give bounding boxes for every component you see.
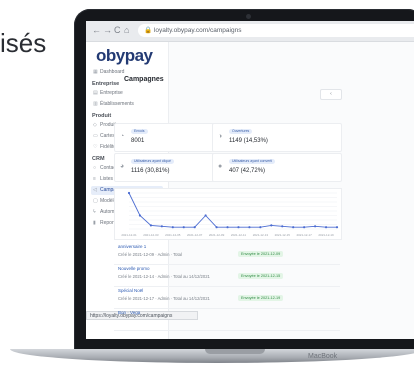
chart-point[interactable] [314, 225, 317, 228]
campaign-row[interactable]: Spécial Noël Créé le 2021-12-17 · Admin ·… [114, 286, 340, 309]
campaign-name[interactable]: Bon · Vega [118, 310, 140, 315]
card-icon: ▭ [93, 133, 98, 139]
stat-card: ◕ Utilisateurs ayant cliqué 1116 (30,81%) [114, 153, 216, 182]
stat-card: ◔ Envois 8001 [114, 123, 216, 152]
chart-point[interactable] [248, 226, 251, 229]
campaign-meta: Créé le 2021-12-14 · Admin · Total au 14… [118, 274, 210, 279]
stat-value: 1149 (14,53%) [229, 138, 268, 144]
chart-point[interactable] [215, 226, 218, 229]
status-badge: Envoyée le 2021-12-19 [238, 295, 284, 301]
stat-label: Envois [131, 129, 148, 134]
sidebar-section-label: Produit [92, 113, 112, 119]
megaphone-icon: ◁ [93, 187, 97, 193]
sidebar-item-label: Entreprise [100, 90, 123, 96]
store-icon: ▥ [93, 101, 98, 107]
campaign-name[interactable]: anniversaire 1 [118, 244, 146, 249]
chart-x-tick: 2021-12-19 [318, 233, 334, 237]
chart-x-tick: 2021-12-15 [275, 233, 291, 237]
campaign-row[interactable]: Nouvelle promo Créé le 2021-12-14 · Admin… [114, 264, 340, 287]
stat-value: 1116 (30,81%) [131, 168, 170, 174]
convert-icon: ● [218, 163, 223, 170]
chart-point[interactable] [193, 226, 196, 229]
click-icon: ◕ [120, 163, 125, 170]
building-icon: ▤ [93, 90, 98, 96]
chart-x-tick: 2021-12-07 [187, 233, 203, 237]
sidebar-item-entreprise[interactable]: ▤ Entreprise [91, 89, 163, 98]
chart-point[interactable] [259, 226, 262, 229]
chart-x-tick: 2021-12-01 [121, 233, 137, 237]
sends-chart-svg: 2021-12-01 2021-12-03 2021-12-05 2021-12-07… [121, 191, 339, 237]
chart-x-tick: 2021-12-09 [209, 233, 225, 237]
stat-label: Utilisateurs ayant converti [229, 159, 276, 164]
chart-point[interactable] [335, 226, 339, 229]
template-icon: ▢ [93, 198, 98, 204]
campaign-name[interactable]: Nouvelle promo [118, 266, 150, 271]
browser-toolbar: ← → C ⌂ 🔒 loyalty.obypay.com/campaigns [86, 21, 414, 42]
heart-icon: ♡ [93, 144, 98, 150]
camera-dot [246, 14, 251, 19]
chart-x-tick: 2021-12-13 [253, 233, 269, 237]
status-badge: Envoyée le 2021-12-15 [238, 273, 284, 279]
chart-point[interactable] [127, 191, 131, 195]
sidebar-section-label: Entreprise [92, 81, 120, 87]
chart-point[interactable] [171, 226, 174, 229]
stat-value: 407 (42,72%) [229, 168, 266, 174]
page-title: Campagnes [124, 76, 164, 83]
campaign-meta: Créé le 2021-12-17 · Admin · Total au 14… [118, 296, 210, 301]
sidebar-item-label: Listes [100, 176, 114, 182]
list-icon: ≡ [93, 176, 96, 182]
chart-point[interactable] [182, 226, 185, 229]
chart-point[interactable] [281, 225, 284, 228]
stat-card: ◑ Ouvertures 1149 (14,53%) [212, 123, 342, 152]
campaign-meta: Créé le 2021-12-09 · Admin · Total [118, 252, 182, 257]
chart-point[interactable] [138, 214, 142, 217]
stat-value: 8001 [131, 138, 145, 144]
chart-point[interactable] [149, 224, 152, 227]
sends-chart: 2021-12-01 2021-12-03 2021-12-05 2021-12-07… [114, 188, 342, 240]
chart-series-line [128, 192, 337, 228]
campaign-row[interactable]: anniversaire 1 Créé le 2021-12-09 · Admin… [114, 242, 340, 265]
sidebar-item-label: Établissements [100, 101, 134, 107]
open-icon: ◑ [218, 133, 223, 140]
collapse-button[interactable]: ‹ [320, 89, 342, 100]
send-icon: ◔ [120, 133, 125, 140]
stat-label: Ouvertures [229, 129, 253, 134]
reload-icon[interactable]: C [114, 25, 121, 35]
stat-label: Utilisateurs ayant cliqué [131, 159, 174, 164]
chart-point[interactable] [226, 226, 229, 229]
home-icon[interactable]: ⌂ [124, 25, 129, 35]
sidebar-item--tablissements[interactable]: ▥ Établissements [91, 100, 163, 109]
obypay-logo[interactable]: obypay [96, 46, 153, 66]
chart-x-tick: 2021-12-05 [165, 233, 181, 237]
chart-point[interactable] [204, 214, 207, 217]
sidebar-item-label: Dashboard [100, 69, 125, 75]
chart-point[interactable] [303, 226, 306, 229]
campaign-row[interactable]: Bon · Vega [114, 308, 340, 331]
stat-card: ● Utilisateurs ayant converti 407 (42,72%) [212, 153, 342, 182]
laptop-notch [205, 349, 265, 354]
chart-point[interactable] [292, 226, 295, 229]
bolt-icon: ϟ [93, 209, 96, 215]
chart-point[interactable] [160, 225, 163, 228]
campaign-name[interactable]: Spécial Noël [118, 288, 143, 293]
chart-point[interactable] [324, 226, 328, 229]
chart-point[interactable] [270, 224, 273, 227]
chart-x-tick: 2021-12-17 [296, 233, 312, 237]
address-bar[interactable]: 🔒 loyalty.obypay.com/campaigns [138, 24, 414, 37]
back-icon[interactable]: ← [92, 25, 101, 35]
macbook-label: MacBook [308, 353, 338, 360]
tag-icon: ◇ [93, 122, 97, 128]
user-icon: ○ [93, 165, 97, 171]
headline-text: isés [0, 28, 47, 58]
chart-point[interactable] [237, 226, 240, 229]
chart-x-tick: 2021-12-03 [143, 233, 159, 237]
sidebar-section-label: CRM [92, 156, 105, 162]
forward-icon[interactable]: → [103, 25, 112, 35]
grid-icon: ▦ [93, 69, 98, 75]
status-badge: Envoyée le 2021-12-09 [238, 251, 284, 257]
chart-icon: ▮ [93, 220, 96, 226]
chart-x-tick: 2021-12-11 [231, 233, 246, 237]
